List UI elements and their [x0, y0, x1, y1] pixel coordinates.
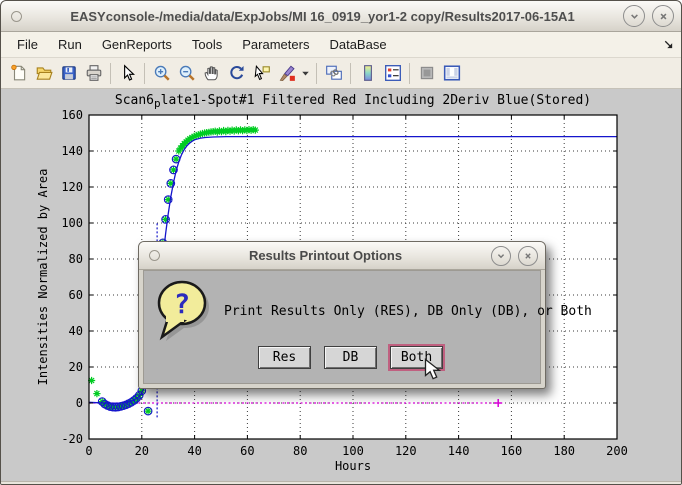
- dialog-message: Print Results Only (RES), DB Only (DB), …: [224, 304, 592, 319]
- svg-text:100: 100: [61, 216, 83, 230]
- close-icon: [523, 251, 533, 261]
- minimize-button[interactable]: [623, 5, 645, 27]
- question-balloon-icon: ?: [156, 279, 218, 356]
- svg-text:140: 140: [448, 444, 470, 458]
- svg-text:200: 200: [606, 444, 628, 458]
- results-printout-dialog: Results Printout Options ?: [138, 241, 546, 389]
- both-button[interactable]: Both: [390, 346, 443, 369]
- toolbar-separator: [409, 63, 410, 84]
- dialog-title: Results Printout Options: [160, 248, 491, 263]
- menu-item-run[interactable]: Run: [48, 34, 92, 55]
- svg-text:80: 80: [293, 444, 307, 458]
- dialog-menu-dot[interactable]: [149, 250, 160, 261]
- svg-text:0: 0: [85, 444, 92, 458]
- toolbar-separator: [316, 63, 317, 84]
- open-file-icon[interactable]: [31, 61, 56, 86]
- svg-text:20: 20: [135, 444, 149, 458]
- menu-item-file[interactable]: File: [7, 34, 48, 55]
- brush-dropdown-icon[interactable]: [299, 61, 312, 86]
- svg-text:40: 40: [187, 444, 201, 458]
- dialog-titlebar: Results Printout Options: [139, 242, 545, 270]
- save-figure-icon[interactable]: [56, 61, 81, 86]
- zoom-out-icon[interactable]: [174, 61, 199, 86]
- toolbar-separator: [144, 63, 145, 84]
- svg-text:60: 60: [69, 288, 83, 302]
- menu-item-parameters[interactable]: Parameters: [232, 34, 319, 55]
- svg-text:60: 60: [240, 444, 254, 458]
- print-figure-icon[interactable]: [81, 61, 106, 86]
- svg-text:120: 120: [395, 444, 417, 458]
- svg-text:160: 160: [501, 444, 523, 458]
- toolbar-separator: [350, 63, 351, 84]
- toolbar-separator: [110, 63, 111, 84]
- easyconsole-window: EASYconsole-/media/data/ExpJobs/MI 16_09…: [0, 0, 682, 485]
- edit-plot-arrow-icon[interactable]: [115, 61, 140, 86]
- link-plots-icon[interactable]: [321, 61, 346, 86]
- insert-colorbar-icon[interactable]: [355, 61, 380, 86]
- zoom-in-icon[interactable]: [149, 61, 174, 86]
- insert-legend-icon[interactable]: [380, 61, 405, 86]
- svg-text:Scan6p​late1-Spot#1 Filtered R: Scan6p​late1-Spot#1 Filtered Red Includi…: [115, 93, 591, 110]
- close-icon: [658, 11, 669, 22]
- svg-text:0: 0: [76, 396, 83, 410]
- svg-text:Intensities Normalized by Area: Intensities Normalized by Area: [36, 169, 50, 386]
- rotate-3d-icon[interactable]: [224, 61, 249, 86]
- dialog-minimize-button[interactable]: [491, 246, 511, 266]
- window-bottom-edge: [1, 481, 681, 485]
- figure-area: 020406080100120140160180200-200204060801…: [1, 89, 681, 481]
- dialog-body: ? Print Results Only (RES), DB Only (DB)…: [143, 270, 541, 384]
- svg-text:?: ?: [174, 289, 190, 320]
- menu-item-genreports[interactable]: GenReports: [92, 34, 182, 55]
- menu-item-database[interactable]: DataBase: [319, 34, 396, 55]
- dialog-close-button[interactable]: [518, 246, 538, 266]
- data-cursor-icon[interactable]: [249, 61, 274, 86]
- new-document-icon[interactable]: [6, 61, 31, 86]
- menu-item-tools[interactable]: Tools: [182, 34, 232, 55]
- res-button[interactable]: Res: [258, 346, 311, 369]
- chevron-down-icon: [496, 251, 506, 261]
- window-titlebar: EASYconsole-/media/data/ExpJobs/MI 16_09…: [1, 1, 681, 32]
- chevron-down-icon: [629, 11, 640, 22]
- db-button[interactable]: DB: [324, 346, 377, 369]
- svg-text:100: 100: [342, 444, 364, 458]
- brush-data-icon[interactable]: [274, 61, 299, 86]
- svg-text:180: 180: [553, 444, 575, 458]
- svg-text:40: 40: [69, 324, 83, 338]
- window-title: EASYconsole-/media/data/ExpJobs/MI 16_09…: [22, 9, 623, 24]
- svg-text:80: 80: [69, 252, 83, 266]
- svg-text:120: 120: [61, 180, 83, 194]
- show-plot-tools-icon[interactable]: [439, 61, 464, 86]
- window-menu-dot[interactable]: [11, 11, 22, 22]
- svg-text:Hours: Hours: [335, 459, 371, 473]
- svg-text:160: 160: [61, 108, 83, 122]
- hide-plot-tools-icon[interactable]: [414, 61, 439, 86]
- svg-text:20: 20: [69, 360, 83, 374]
- menu-bar: FileRunGenReportsToolsParametersDataBase: [1, 32, 681, 58]
- close-button[interactable]: [652, 5, 674, 27]
- svg-text:140: 140: [61, 144, 83, 158]
- dock-figure-icon[interactable]: [662, 38, 675, 51]
- svg-text:-20: -20: [61, 432, 83, 446]
- toolbar: [1, 58, 681, 89]
- pan-hand-icon[interactable]: [199, 61, 224, 86]
